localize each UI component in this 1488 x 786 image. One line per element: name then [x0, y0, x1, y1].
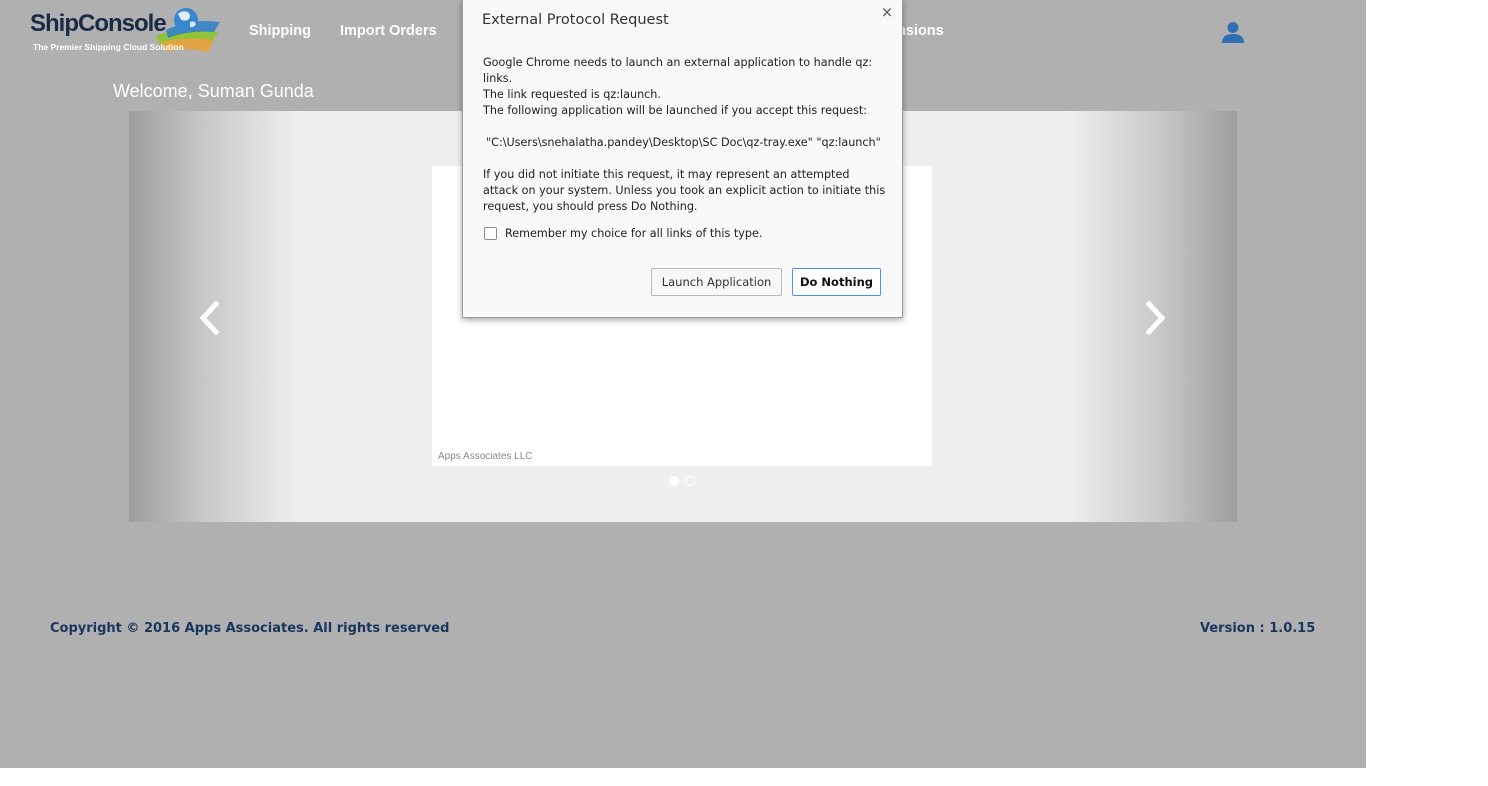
dialog-command: "C:\Users\snehalatha.pandey\Desktop\SC D… — [486, 136, 881, 149]
nav-shipping[interactable]: Shipping — [249, 23, 311, 39]
shipconsole-logo[interactable]: ShipConsole The Premier Shipping Cloud S… — [28, 6, 224, 56]
logo-tagline: The Premier Shipping Cloud Solution — [33, 42, 184, 52]
chevron-left-icon[interactable] — [198, 301, 222, 335]
launch-application-button[interactable]: Launch Application — [651, 268, 782, 296]
carousel-dot-2[interactable] — [685, 476, 695, 486]
external-protocol-dialog: External Protocol Request × Google Chrom… — [462, 0, 903, 318]
do-nothing-button[interactable]: Do Nothing — [792, 268, 881, 296]
dialog-intro-line-2: The link requested is qz:launch. — [483, 88, 661, 101]
welcome-message: Welcome, Suman Gunda — [113, 81, 314, 101]
carousel-indicators — [669, 476, 703, 488]
dialog-warning: If you did not initiate this request, it… — [483, 168, 886, 213]
chevron-right-icon[interactable] — [1143, 301, 1167, 335]
user-icon[interactable] — [1221, 21, 1245, 43]
footer-version: Version : 1.0.15 — [1200, 621, 1316, 636]
dialog-intro-line-1: Google Chrome needs to launch an externa… — [483, 56, 873, 85]
dialog-intro: Google Chrome needs to launch an externa… — [483, 55, 888, 103]
close-icon[interactable]: × — [880, 4, 894, 20]
app-page: ShipConsole The Premier Shipping Cloud S… — [0, 0, 1366, 768]
dialog-title: External Protocol Request — [482, 12, 669, 28]
nav-extensions[interactable]: nsions — [897, 23, 944, 39]
remember-choice-checkbox[interactable] — [484, 227, 497, 240]
remember-choice-label[interactable]: Remember my choice for all links of this… — [505, 226, 762, 242]
footer-copyright: Copyright © 2016 Apps Associates. All ri… — [50, 621, 450, 636]
slide-caption: Apps Associates LLC — [438, 451, 533, 462]
carousel-dot-1[interactable] — [669, 476, 679, 486]
nav-import-orders[interactable]: Import Orders — [340, 23, 437, 39]
logo-text: ShipConsole — [30, 10, 167, 37]
dialog-accept-text: The following application will be launch… — [483, 104, 868, 117]
